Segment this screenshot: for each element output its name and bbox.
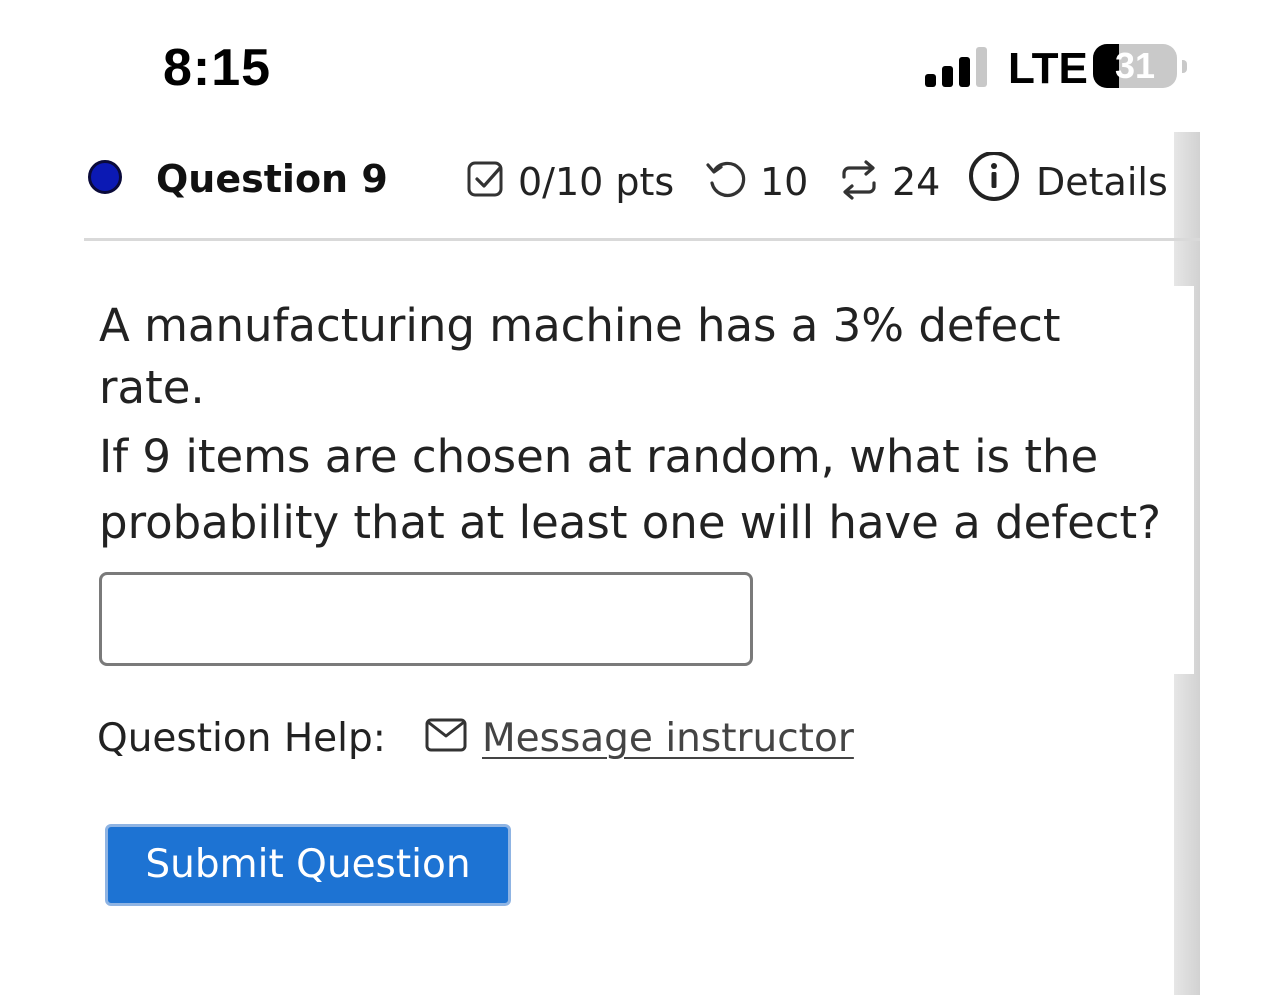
score-text: 0/10 pts (518, 160, 675, 204)
retries-text: 10 (760, 160, 809, 204)
header-divider (84, 238, 1200, 241)
undo-icon (704, 157, 750, 207)
answer-input[interactable] (99, 572, 753, 666)
details-button[interactable]: Details (966, 151, 1168, 212)
checkbox-icon (466, 159, 508, 205)
submit-question-button[interactable]: Submit Question (105, 824, 511, 906)
info-circle-icon (966, 151, 1022, 212)
signal-bar (959, 57, 970, 87)
message-instructor-link[interactable]: Message instructor (470, 712, 854, 766)
details-label[interactable]: Details (1036, 159, 1168, 205)
signal-bar (942, 66, 953, 87)
mail-icon[interactable] (424, 716, 470, 756)
attempts-indicator: 24 (836, 152, 940, 212)
signal-bar (976, 47, 987, 87)
battery-body: 31 (1093, 44, 1177, 88)
page: 8:15 LTE 31 Question 9 0/10 pts 10 24 De… (0, 0, 1284, 995)
retries-indicator: 10 (704, 152, 808, 212)
score-indicator: 0/10 pts (466, 152, 674, 212)
cellular-signal-icon (925, 47, 989, 87)
scrollbar-thumb[interactable] (1174, 286, 1194, 674)
network-type: LTE (1008, 44, 1088, 93)
battery-percent: 31 (1114, 45, 1156, 86)
status-time: 8:15 (163, 39, 272, 97)
signal-bar (925, 74, 936, 87)
question-prompt-line2: If 9 items are chosen at random, what is… (99, 430, 1162, 549)
question-prompt-line1: A manufacturing machine has a 3% defect … (99, 299, 1061, 414)
question-title: Question 9 (156, 157, 388, 201)
attempts-text: 24 (892, 160, 941, 204)
battery-nub (1182, 60, 1187, 73)
repeat-icon (836, 157, 882, 207)
question-help-label: Question Help: (97, 716, 386, 761)
battery-icon: 31 (1093, 44, 1187, 88)
question-status-dot (88, 160, 122, 194)
